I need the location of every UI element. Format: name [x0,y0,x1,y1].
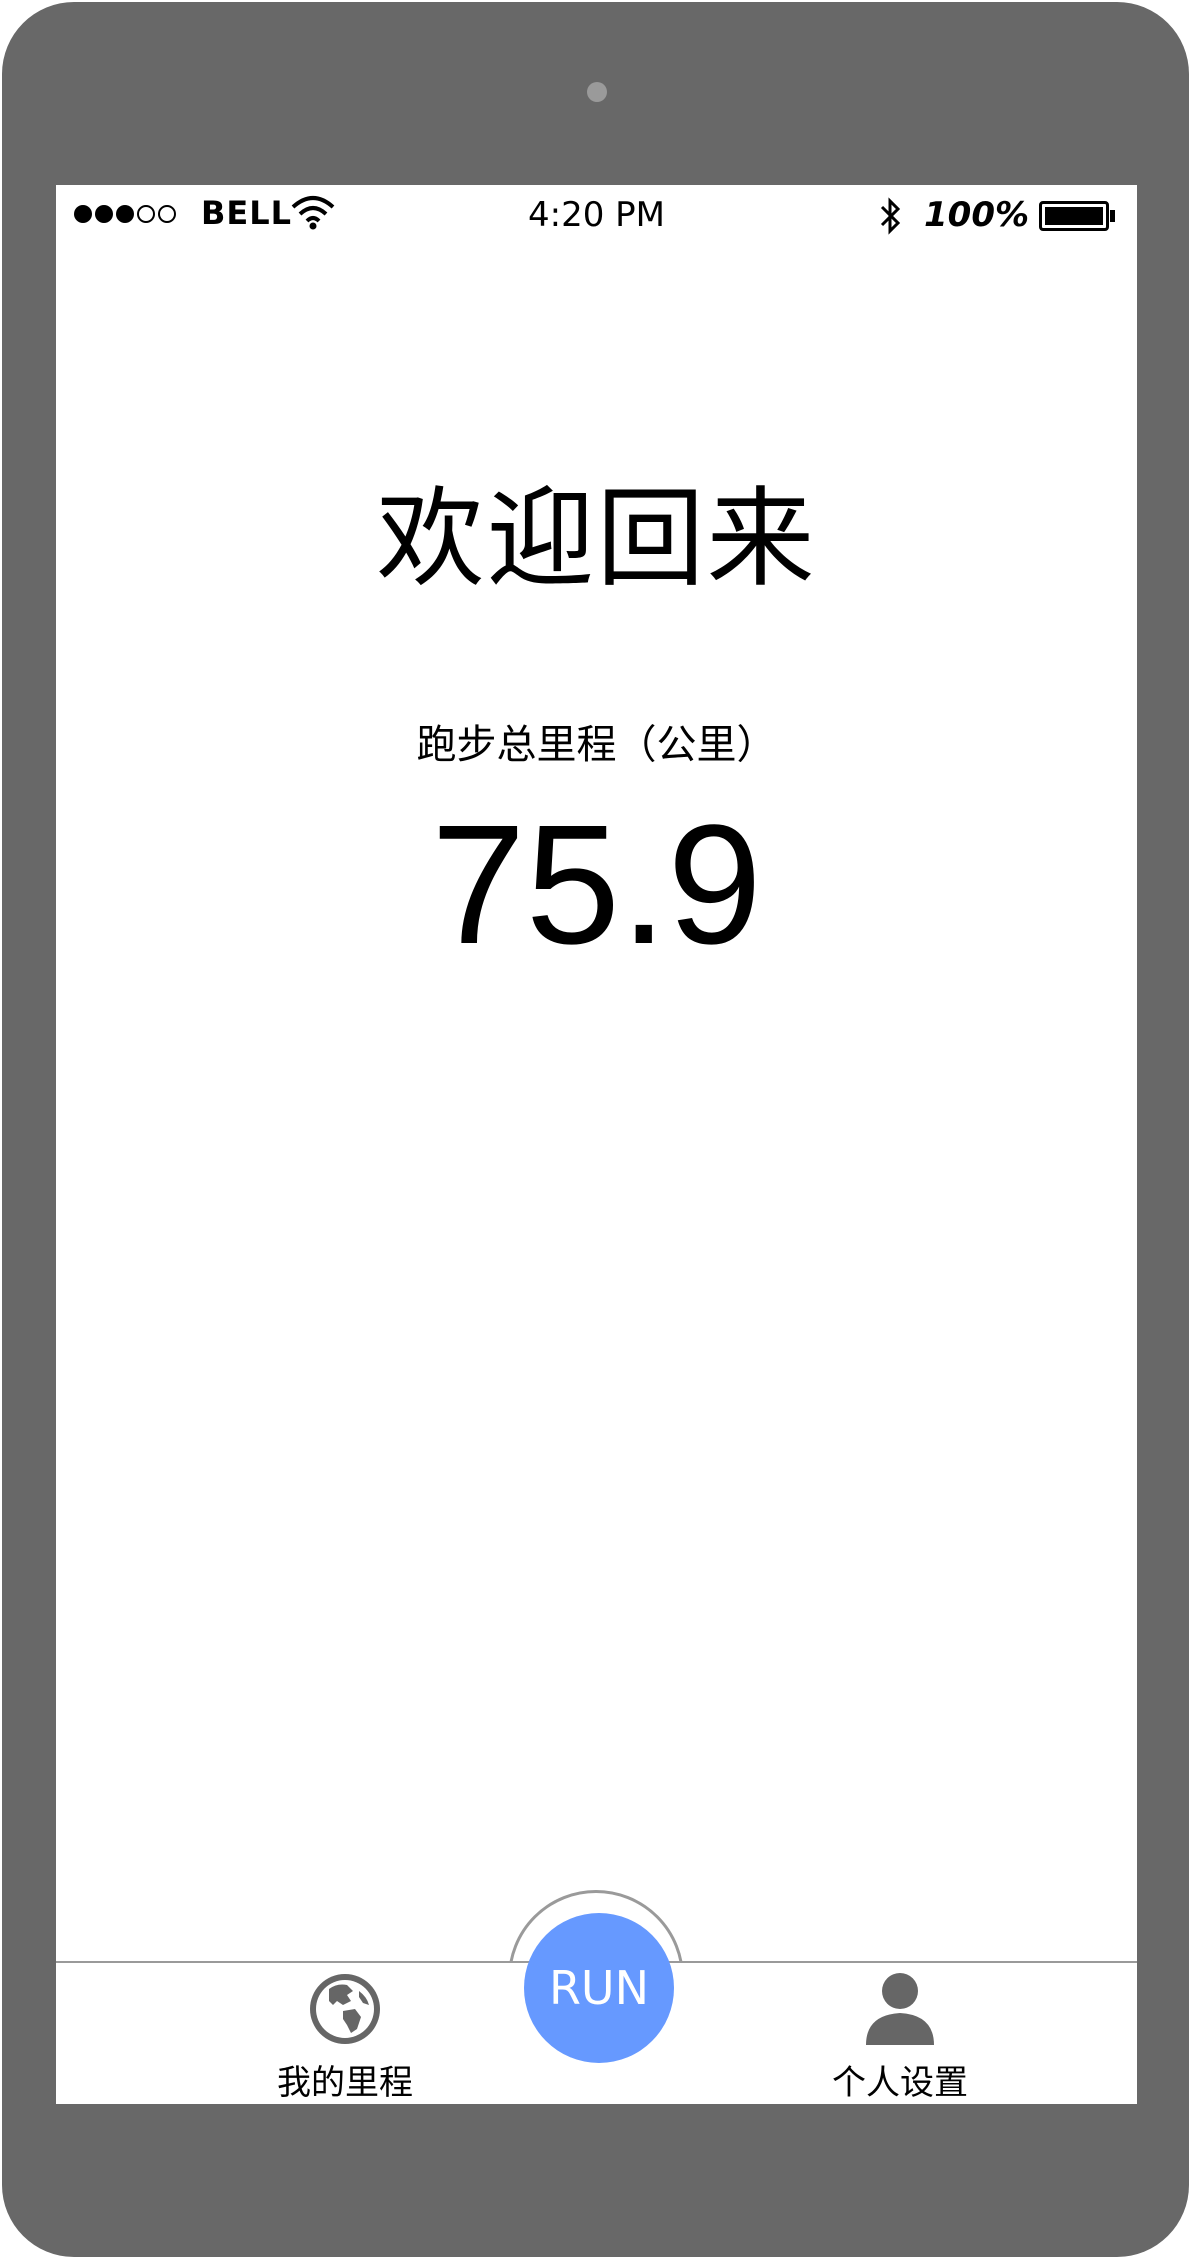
app-screen: BELL 4:20 PM 100% 欢迎回来 跑步总里程（公里） 75.9 RU… [56,185,1137,2104]
tab-personal-settings-label: 个人设置 [832,2063,968,2103]
tab-my-mileage-label: 我的里程 [277,2063,413,2103]
tab-my-mileage[interactable]: 我的里程 [225,1971,465,2104]
total-distance-value: 75.9 [431,790,762,980]
run-button[interactable]: RUN [524,1913,674,2063]
battery-tip [1110,210,1115,222]
user-icon [780,1971,1020,2051]
total-distance-label: 跑步总里程（公里） [416,722,777,768]
battery-percent: 100% [924,195,1030,235]
bluetooth-icon [878,197,904,239]
device-frame: BELL 4:20 PM 100% 欢迎回来 跑步总里程（公里） 75.9 RU… [2,2,1189,2257]
tab-personal-settings[interactable]: 个人设置 [780,1971,1020,2104]
front-camera [587,82,607,102]
battery-icon [1039,201,1109,231]
globe-icon [225,1971,465,2051]
welcome-title: 欢迎回来 [376,477,817,602]
status-bar: BELL 4:20 PM 100% [56,185,1137,249]
